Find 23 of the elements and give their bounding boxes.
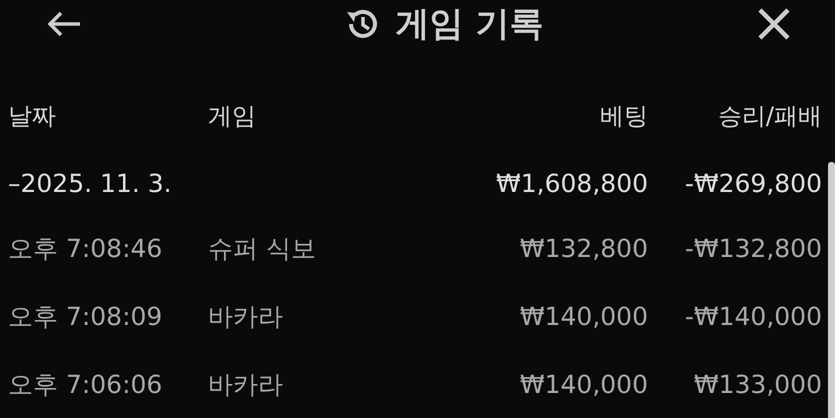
window-title: 게임 기록	[396, 3, 544, 46]
table-cell-text: ₩140,000	[518, 370, 648, 398]
close-icon	[757, 7, 791, 41]
scrollbar[interactable]	[828, 162, 835, 418]
table-cell-text: ₩132,800	[518, 234, 648, 262]
table-cell-text: -₩269,800	[684, 168, 822, 198]
table-cell-text: ₩140,000	[518, 302, 648, 330]
table-cell-text: 바카라	[208, 300, 284, 332]
column-header: 게임	[208, 101, 257, 132]
table-cell-text: 슈퍼 식보	[208, 232, 317, 264]
table-cell-text: 바카라	[208, 368, 284, 400]
date-group[interactable]: –2025. 11. 3.	[8, 168, 208, 198]
table-cell-text: 오후 7:08:46	[8, 232, 164, 264]
column-header: 날짜	[8, 101, 57, 132]
close-button[interactable]	[757, 7, 791, 41]
table-cell-text: ₩1,608,800	[495, 168, 648, 198]
table-cell-text: -₩140,000	[684, 302, 822, 330]
column-header: 승리/패배	[716, 101, 822, 132]
column-header: 베팅	[599, 101, 648, 132]
table-cell-text: 오후 7:08:09	[8, 300, 164, 332]
table-cell-text: ₩133,000	[692, 370, 822, 398]
table-cell-text: -₩132,800	[684, 234, 822, 262]
table-cell-text: 오후 7:06:06	[8, 368, 164, 400]
